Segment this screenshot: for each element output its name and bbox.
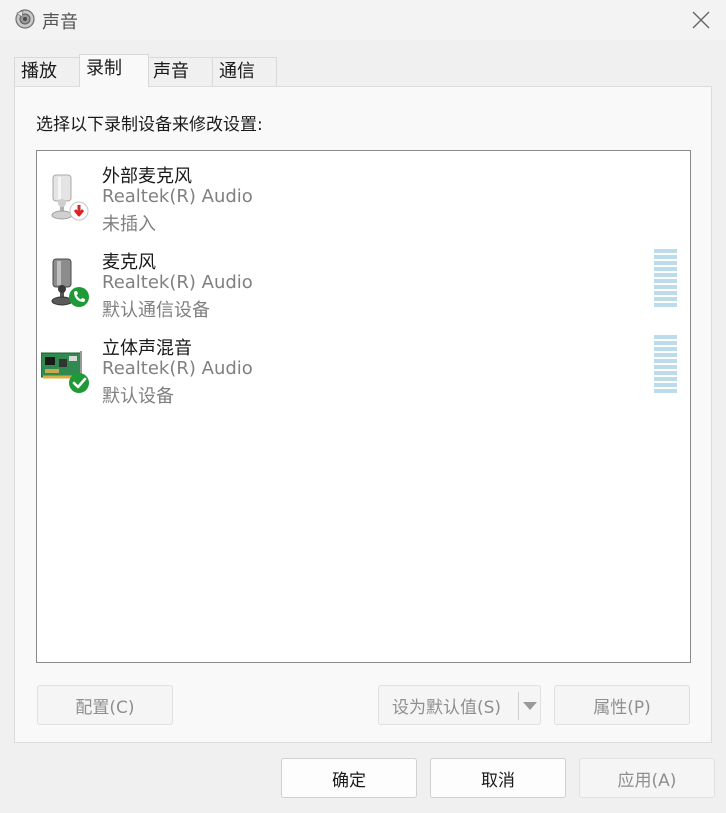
meter-segment — [654, 365, 677, 369]
close-button[interactable] — [684, 4, 718, 36]
device-driver: Realtek(R) Audio — [102, 358, 253, 379]
external-microphone-icon — [41, 167, 93, 223]
set-default-button[interactable]: 设为默认值(S) — [378, 685, 541, 725]
meter-segment — [654, 255, 677, 259]
meter-segment — [654, 285, 677, 289]
meter-segment — [654, 383, 677, 387]
instruction-label: 选择以下录制设备来修改设置: — [36, 115, 263, 135]
properties-button[interactable]: 属性(P) — [554, 685, 690, 725]
window-title: 声音 — [42, 12, 78, 33]
ok-button[interactable]: 确定 — [281, 758, 417, 798]
meter-segment — [654, 347, 677, 351]
meter-segment — [654, 371, 677, 375]
meter-segment — [654, 359, 677, 363]
device-driver: Realtek(R) Audio — [102, 272, 253, 293]
level-meter — [654, 249, 677, 309]
device-status: 未插入 — [102, 214, 156, 235]
device-list[interactable]: 外部麦克风 Realtek(R) Audio 未插入 麦克风 Realtek(R… — [36, 150, 691, 663]
device-status: 默认通信设备 — [102, 300, 210, 321]
check-badge — [69, 373, 89, 393]
meter-segment — [654, 377, 677, 381]
meter-segment — [654, 353, 677, 357]
meter-segment — [654, 341, 677, 345]
device-status: 默认设备 — [102, 386, 174, 407]
tab-recording[interactable]: 录制 — [79, 54, 149, 87]
meter-segment — [654, 279, 677, 283]
phone-badge — [69, 287, 89, 307]
meter-segment — [654, 261, 677, 265]
device-driver: Realtek(R) Audio — [102, 186, 253, 207]
level-meter — [654, 335, 677, 395]
unplugged-arrow-badge — [69, 201, 89, 221]
meter-segment — [654, 303, 677, 307]
configure-button[interactable]: 配置(C) — [37, 685, 173, 725]
apply-button[interactable]: 应用(A) — [579, 758, 715, 798]
meter-segment — [654, 249, 677, 253]
title-bar: 声音 — [0, 0, 726, 40]
meter-segment — [654, 273, 677, 277]
device-name: 麦克风 — [102, 252, 156, 273]
set-default-dropdown[interactable] — [518, 692, 540, 720]
close-icon — [692, 11, 710, 29]
cancel-button[interactable]: 取消 — [430, 758, 566, 798]
device-external-microphone[interactable]: 外部麦克风 Realtek(R) Audio 未插入 — [37, 151, 690, 235]
device-name: 外部麦克风 — [102, 166, 192, 187]
set-default-label: 设为默认值(S) — [392, 697, 502, 718]
tab-communications[interactable]: 通信 — [212, 57, 277, 87]
meter-segment — [654, 291, 677, 295]
device-name: 立体声混音 — [102, 338, 192, 359]
meter-segment — [654, 267, 677, 271]
device-stereo-mix[interactable]: 立体声混音 Realtek(R) Audio 默认设备 — [37, 323, 690, 407]
microphone-icon — [41, 253, 93, 309]
device-microphone[interactable]: 麦克风 Realtek(R) Audio 默认通信设备 — [37, 237, 690, 321]
tab-playback[interactable]: 播放 — [14, 57, 80, 87]
tab-sounds[interactable]: 声音 — [146, 57, 213, 87]
sound-card-icon — [40, 339, 93, 395]
meter-segment — [654, 297, 677, 301]
meter-segment — [654, 389, 677, 393]
speaker-icon — [14, 8, 36, 30]
chevron-down-icon — [522, 702, 537, 710]
meter-segment — [654, 335, 677, 339]
